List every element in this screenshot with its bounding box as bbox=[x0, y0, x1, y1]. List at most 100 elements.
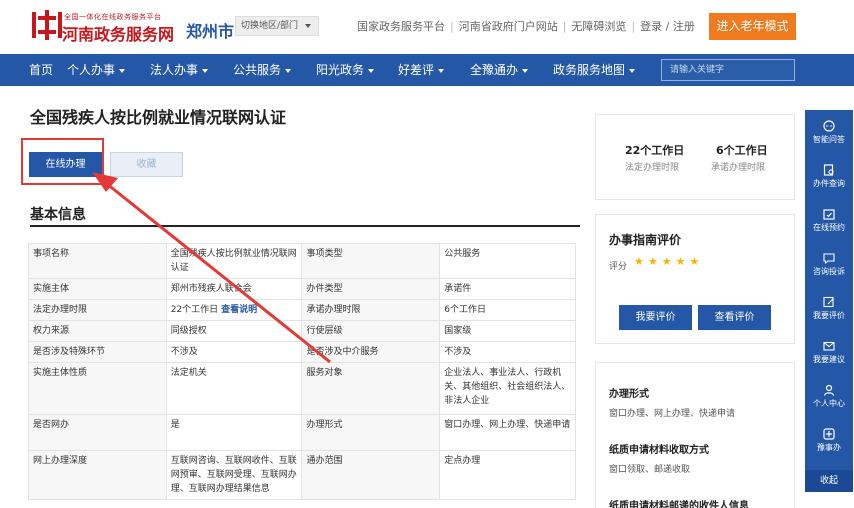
table-key: 实施主体 bbox=[28, 278, 167, 300]
table-row: 实施主体 郑州市残疾人联合会 办件类型 承诺件 bbox=[28, 278, 576, 300]
yushiban-logo-icon bbox=[823, 428, 835, 440]
nav-item-label: 全豫通办 bbox=[470, 63, 519, 77]
logo-icon bbox=[32, 10, 62, 40]
float-item-appointment[interactable]: 在线预约 bbox=[805, 206, 853, 244]
table-key: 实施主体性质 bbox=[28, 362, 167, 415]
edit-icon bbox=[823, 296, 834, 308]
link-login-register[interactable]: 登录 / 注册 bbox=[640, 18, 695, 34]
table-key: 通办范围 bbox=[301, 450, 441, 500]
nav-item-personal[interactable]: 个人办事 bbox=[67, 54, 126, 86]
table-value: 法定机关 bbox=[165, 362, 303, 415]
view-evaluation-button[interactable]: 查看评价 bbox=[698, 305, 771, 330]
chevron-down-icon bbox=[285, 68, 292, 73]
table-key: 是否涉及中介服务 bbox=[301, 341, 441, 363]
float-item-smart-qa[interactable]: 智能问答 bbox=[805, 118, 853, 156]
table-key: 承诺办理时限 bbox=[301, 299, 441, 321]
table-key: 网上办理深度 bbox=[28, 450, 167, 500]
nav-item-service-map[interactable]: 政务服务地图 bbox=[553, 54, 636, 86]
link-national-platform[interactable]: 国家政务服务平台 bbox=[357, 18, 445, 34]
table-key: 是否网办 bbox=[28, 414, 167, 451]
table-value: 不涉及 bbox=[165, 341, 303, 363]
chevron-down-icon bbox=[438, 68, 445, 73]
nav-item-label: 阳光政务 bbox=[316, 63, 365, 77]
nav-item-corporate[interactable]: 法人办事 bbox=[150, 54, 209, 86]
legal-time-value: 22个工作日 bbox=[170, 305, 219, 315]
floating-toolbar: 智能问答 办件查询 在线预约 咨询投诉 我要评价 我要建议 个人中心 豫事办 bbox=[805, 110, 853, 492]
star-rating-icon: ★★★★★ bbox=[634, 255, 704, 268]
top-header: 全国一体化在线政务服务平台 河南政务服务网 郑州市 切换地区/部门 国家政务服务… bbox=[0, 0, 854, 52]
float-item-suggestion[interactable]: 我要建议 bbox=[805, 338, 853, 376]
nav-item-label: 首页 bbox=[29, 63, 54, 77]
table-key: 行使层级 bbox=[301, 320, 441, 342]
float-item-yushiban[interactable]: 豫事办 bbox=[805, 426, 853, 464]
legal-time-limit-label: 法定办理时限 bbox=[625, 163, 680, 173]
table-value: 全国残疾人按比例就业情况联网认证 bbox=[165, 243, 303, 279]
float-item-consult-complaint[interactable]: 咨询投诉 bbox=[805, 250, 853, 288]
promise-time-limit-label: 承诺办理时限 bbox=[711, 163, 766, 173]
table-value: 6个工作日 bbox=[439, 299, 576, 321]
table-value: 企业法人、事业法人、行政机关、其他组织、社会组织法人、非法人企业 bbox=[439, 362, 576, 415]
float-item-label: 办件查询 bbox=[813, 179, 845, 188]
table-value: 同级授权 bbox=[165, 320, 303, 342]
user-icon bbox=[823, 384, 835, 396]
table-key: 服务对象 bbox=[301, 362, 441, 415]
side-info-title: 办理形式 bbox=[609, 389, 649, 400]
handling-info-card bbox=[595, 362, 795, 508]
float-item-personal-center[interactable]: 个人中心 bbox=[805, 382, 853, 420]
nav-item-home[interactable]: 首页 bbox=[29, 54, 53, 86]
section-divider bbox=[30, 225, 580, 227]
toolbar-fold-button[interactable]: 收起 bbox=[805, 470, 853, 492]
search-placeholder: 请输入关键字 bbox=[670, 65, 725, 75]
float-item-label: 我要建议 bbox=[813, 355, 845, 364]
rate-button[interactable]: 我要评价 bbox=[619, 305, 692, 330]
nav-item-label: 公共服务 bbox=[233, 63, 282, 77]
top-links: 国家政务服务平台 | 河南省政府门户网站 | 无障碍浏览 | 登录 / 注册 bbox=[357, 18, 695, 34]
nav-item-label: 好差评 bbox=[398, 63, 435, 77]
chevron-down-icon bbox=[629, 68, 636, 73]
table-key: 法定办理时限 bbox=[28, 299, 167, 321]
view-explanation-link[interactable]: 查看说明 bbox=[221, 305, 257, 315]
table-key: 事项名称 bbox=[28, 243, 167, 279]
table-value: 22个工作日 查看说明 bbox=[165, 299, 303, 321]
page-scrollbar[interactable] bbox=[848, 0, 854, 508]
logo-title[interactable]: 河南政务服务网 bbox=[62, 21, 174, 45]
float-item-rate[interactable]: 我要评价 bbox=[805, 294, 853, 332]
search-input[interactable]: 请输入关键字 bbox=[661, 59, 795, 81]
side-info-value: 窗口办理、网上办理、快递申请 bbox=[609, 409, 736, 419]
table-row: 实施主体性质 法定机关 服务对象 企业法人、事业法人、行政机关、其他组织、社会组… bbox=[28, 362, 576, 415]
table-key: 是否涉及特殊环节 bbox=[28, 341, 167, 363]
table-key: 办件类型 bbox=[301, 278, 441, 300]
city-name: 郑州市 bbox=[186, 22, 235, 41]
float-item-label: 豫事办 bbox=[817, 443, 841, 452]
table-value: 不涉及 bbox=[439, 341, 576, 363]
nav-item-province-service[interactable]: 全豫通办 bbox=[470, 54, 529, 86]
table-key: 办理形式 bbox=[301, 414, 441, 451]
mail-icon bbox=[823, 341, 835, 351]
page-title: 全国残疾人按比例就业情况联网认证 bbox=[30, 108, 287, 127]
nav-item-public-service[interactable]: 公共服务 bbox=[233, 54, 292, 86]
table-key: 权力来源 bbox=[28, 320, 167, 342]
chevron-down-icon bbox=[368, 68, 375, 73]
side-info-value: 窗口领取、邮递收取 bbox=[609, 465, 691, 475]
link-henan-portal[interactable]: 河南省政府门户网站 bbox=[459, 18, 558, 34]
link-divider: | bbox=[631, 20, 636, 33]
nav-item-open-government[interactable]: 阳光政务 bbox=[316, 54, 375, 86]
link-accessibility[interactable]: 无障碍浏览 bbox=[571, 18, 626, 34]
table-value: 是 bbox=[165, 414, 303, 451]
favorite-button[interactable]: 收藏 bbox=[110, 152, 183, 177]
table-row: 网上办理深度 互联网咨询、互联网收件、互联网预审、互联网受理、互联网办理、互联网… bbox=[28, 450, 576, 500]
float-item-case-query[interactable]: 办件查询 bbox=[805, 162, 853, 200]
page-root: { "header": { "logo_subtitle": "全国一体化在线政… bbox=[0, 0, 854, 508]
link-divider: | bbox=[562, 20, 567, 33]
calendar-icon bbox=[823, 209, 835, 220]
float-item-label: 我要评价 bbox=[813, 311, 845, 320]
table-row: 法定办理时限 22个工作日 查看说明 承诺办理时限 6个工作日 bbox=[28, 299, 576, 321]
table-value: 承诺件 bbox=[439, 278, 576, 300]
basic-info-table: 事项名称 全国残疾人按比例就业情况联网认证 事项类型 公共服务 实施主体 郑州市… bbox=[28, 243, 576, 500]
chevron-down-icon bbox=[522, 68, 529, 73]
region-switch-button[interactable]: 切换地区/部门 bbox=[235, 16, 319, 36]
online-apply-button[interactable]: 在线办理 bbox=[29, 152, 102, 177]
section-title-basic-info: 基本信息 bbox=[30, 207, 86, 223]
nav-item-evaluation[interactable]: 好差评 bbox=[398, 54, 445, 86]
elder-mode-button[interactable]: 进入老年模式 bbox=[709, 13, 796, 40]
